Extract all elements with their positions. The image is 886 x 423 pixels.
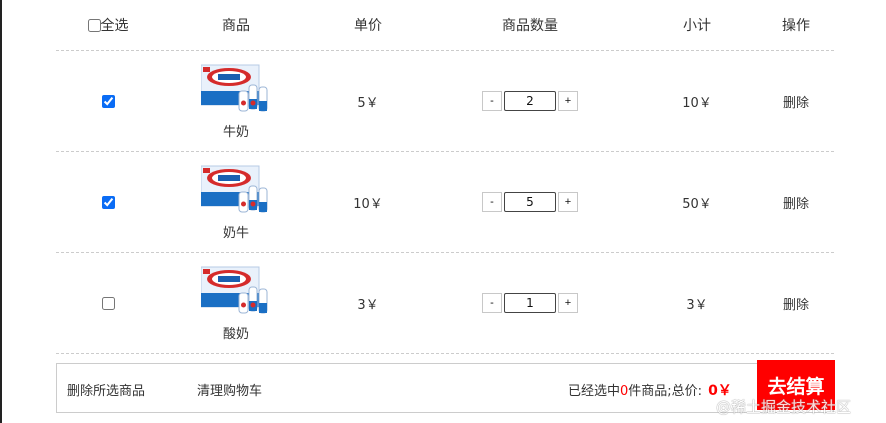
delete-selected-button[interactable]: 删除所选商品 [67,380,145,399]
quantity-stepper: - + [424,91,636,111]
increase-button[interactable]: + [558,293,578,313]
quantity-stepper: - + [424,192,636,212]
unit-price: 3￥ [357,297,379,313]
left-edge-divider [0,0,2,423]
summary-suffix: 件商品;总价: [628,384,703,399]
clear-cart-button[interactable]: 清理购物车 [197,380,262,399]
quantity-input[interactable] [504,192,556,212]
column-header-subtotal: 小计 [683,18,711,34]
product-cell: 牛奶 [160,63,312,140]
table-header: 全选 商品 单价 商品数量 小计 操作 [56,0,834,51]
select-all-label: 全选 [100,18,129,34]
select-all-checkbox[interactable] [87,18,101,32]
column-header-quantity: 商品数量 [502,18,558,34]
quantity-input[interactable] [504,293,556,313]
delete-link[interactable]: 删除 [783,96,809,111]
unit-price: 10￥ [353,196,383,212]
column-header-price: 单价 [354,18,382,34]
delete-link[interactable]: 删除 [783,197,809,212]
subtotal: 50￥ [682,196,712,212]
table-row: 奶牛 10￥ - + 50￥ 删除 [56,152,834,253]
product-name: 奶牛 [222,225,249,241]
increase-button[interactable]: + [558,192,578,212]
subtotal: 10￥ [682,95,712,111]
cart-table: 全选 商品 单价 商品数量 小计 操作 牛奶 5￥ - 2 + 10￥ 删除 奶… [56,0,834,354]
decrease-button[interactable]: - [482,293,502,313]
decrease-button[interactable]: - [482,91,502,111]
table-row: 酸奶 3￥ - + 3￥ 删除 [56,253,834,354]
product-image [201,266,268,313]
delete-link[interactable]: 删除 [783,298,809,313]
column-header-operation: 操作 [782,18,810,34]
summary-prefix: 已经选中 [568,384,621,399]
quantity-stepper: - + [424,293,636,313]
cart-summary: 已经选中0件商品;总价: 0￥ [568,380,732,400]
product-cell: 奶牛 [160,164,312,241]
table-row: 牛奶 5￥ - + 10￥ 删除 [56,51,834,152]
product-image [201,64,268,111]
product-cell: 酸奶 [160,265,312,342]
row-checkbox[interactable] [101,94,115,108]
unit-price: 5￥ [357,95,379,111]
column-header-goods: 商品 [222,18,250,34]
product-name: 牛奶 [222,124,249,140]
quantity-input[interactable] [504,91,556,111]
subtotal: 3￥ [686,297,708,313]
product-name: 酸奶 [222,326,249,342]
decrease-button[interactable]: - [482,192,502,212]
row-checkbox[interactable] [101,296,115,310]
product-image [201,165,268,212]
header-select-all[interactable]: 全选 [56,15,160,35]
watermark: @稀土掘金技术社区 [716,398,852,416]
increase-button[interactable]: + [558,91,578,111]
row-checkbox[interactable] [101,195,115,209]
